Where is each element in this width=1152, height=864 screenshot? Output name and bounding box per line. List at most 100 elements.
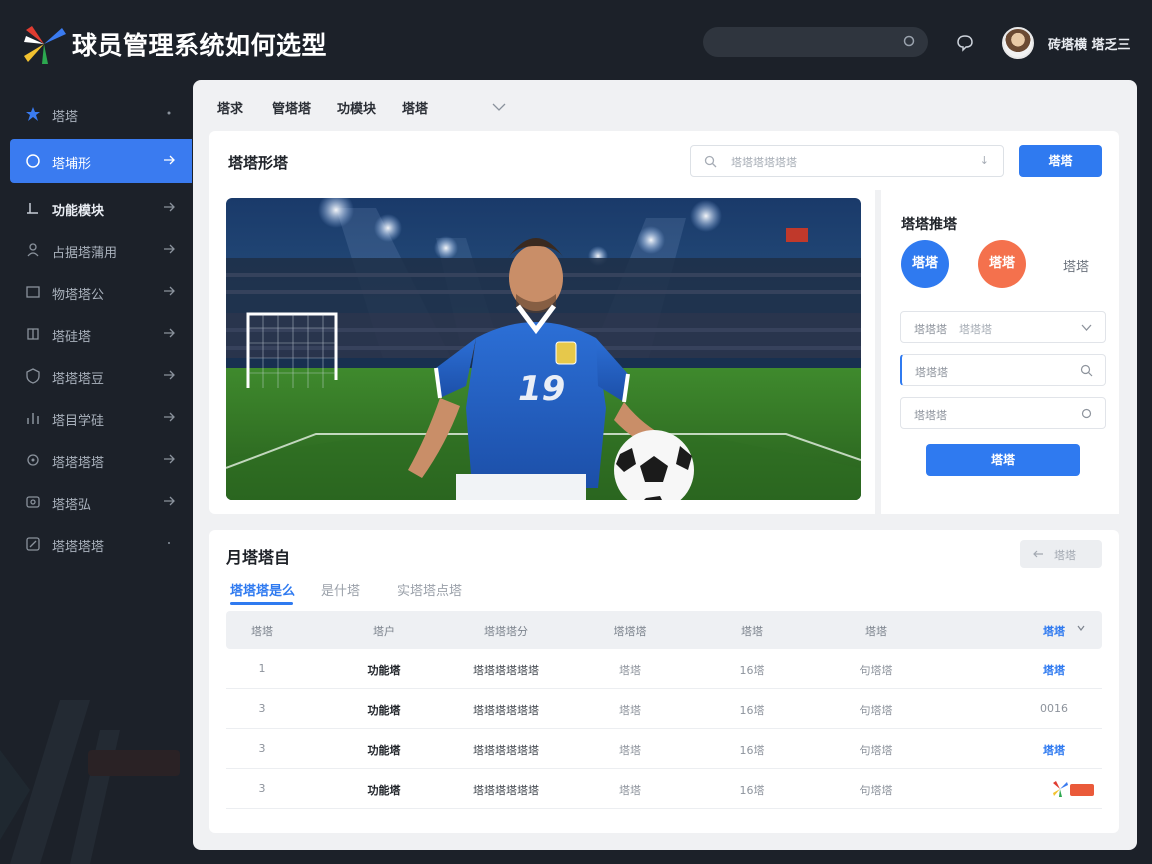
arrow-right-icon (164, 412, 175, 422)
subtab-2[interactable]: 是什塔 (321, 580, 360, 599)
search-icon[interactable] (903, 35, 917, 49)
cell: 塔塔塔塔塔塔 (473, 744, 539, 757)
cell: 句塔塔 (859, 744, 893, 757)
cell: 句塔塔 (859, 664, 893, 677)
arrow-right-icon (164, 370, 175, 380)
caret-down-icon[interactable] (1076, 623, 1086, 633)
sidebar-item-users[interactable]: 占据塔蒲用 (10, 228, 192, 272)
sidebar-item-active[interactable]: 塔埔形 (10, 139, 192, 183)
sidebar-item-modules[interactable]: 功能模块 (10, 186, 192, 230)
arrow-right-icon (164, 202, 175, 212)
cell: 3 (258, 742, 266, 755)
cell: 塔塔 (619, 784, 641, 797)
column-header[interactable]: 塔塔 (865, 623, 887, 639)
sidebar-item-stats[interactable]: 塔目学硅 (10, 396, 192, 440)
column-header[interactable]: 塔塔 (741, 623, 763, 639)
search-suffix: ↓ (979, 154, 989, 167)
chevron-down-icon[interactable] (491, 100, 507, 114)
arrow-right-icon (164, 286, 175, 296)
sidebar-item-label: 塔目学硅 (52, 414, 105, 429)
arrow-right-icon (164, 244, 175, 254)
doc-icon (26, 537, 40, 551)
table-row[interactable]: 3 功能塔 塔塔塔塔塔塔 塔塔 16塔 句塔塔 0016 (226, 689, 1102, 729)
table-title: 月塔塔自 (226, 548, 291, 567)
cell: 塔塔塔塔塔塔 (473, 704, 539, 717)
option-button-blue[interactable]: 塔塔 (901, 240, 949, 288)
cell: 16塔 (739, 664, 765, 677)
back-label: 塔塔 (1054, 549, 1076, 562)
username[interactable]: 砖塔横 塔乏三 (1048, 34, 1131, 53)
select-field[interactable]: 塔塔塔 塔塔塔 (900, 311, 1106, 343)
player-card: 塔塔形塔 塔塔塔塔塔塔 ↓ 塔塔 19 塔塔推塔 塔塔 塔塔 塔塔 塔塔塔 塔塔… (209, 131, 1119, 514)
brand-logo-icon[interactable] (1052, 781, 1096, 798)
row-action-text[interactable]: 0016 (1040, 702, 1068, 715)
row-action-link[interactable]: 塔塔 (1043, 662, 1065, 678)
cell: 塔塔塔塔塔塔 (473, 784, 539, 797)
sidebar-item-home[interactable]: 塔塔 (10, 92, 192, 136)
cell: 功能塔 (367, 744, 401, 757)
tab-2[interactable]: 管塔塔 (272, 98, 311, 117)
column-header-action[interactable]: 塔塔 (1043, 623, 1065, 639)
field-label: 塔塔塔 (914, 409, 947, 422)
cell: 句塔塔 (859, 704, 893, 717)
search-button[interactable]: 塔塔 (1019, 145, 1102, 177)
sidebar-item-cards[interactable]: 物塔塔公 (10, 270, 192, 314)
cell: 3 (258, 782, 266, 795)
sidebar-item-security[interactable]: 塔塔塔豆 (10, 354, 192, 398)
logo-icon (24, 26, 66, 64)
table-row[interactable]: 3 功能塔 塔塔塔塔塔塔 塔塔 16塔 句塔塔 (226, 769, 1102, 809)
chat-icon[interactable] (955, 33, 975, 53)
cell: 16塔 (739, 784, 765, 797)
sidebar-item-label: 塔埔形 (52, 157, 92, 172)
card-icon (26, 286, 40, 298)
player-hero-image: 19 (226, 198, 861, 500)
back-button[interactable]: 塔塔 (1020, 540, 1102, 568)
table-header: 塔塔 塔户 塔塔塔分 塔塔塔 塔塔 塔塔 塔塔 (226, 611, 1102, 649)
decorative-shapes (0, 700, 180, 864)
column-header[interactable]: 塔塔塔 (614, 623, 647, 639)
tab-1[interactable]: 塔求 (217, 98, 243, 117)
column-header[interactable]: 塔塔 (251, 623, 273, 639)
subtab-3[interactable]: 实塔塔点塔 (397, 580, 462, 599)
sidebar-item-target[interactable]: 塔塔弘 (10, 480, 192, 524)
top-search-bar[interactable] (703, 27, 928, 57)
top-bar: 球员管理系统如何选型 砖塔横 塔乏三 (0, 0, 1152, 84)
tab-4[interactable]: 塔塔 (402, 98, 428, 117)
subtab-1[interactable]: 塔塔塔是么 (230, 580, 295, 599)
cell: 句塔塔 (859, 784, 893, 797)
sidebar-item-label: 塔塔 (52, 110, 79, 125)
search-icon (1080, 364, 1093, 377)
sidebar-item-settings[interactable]: 塔塔塔塔 (10, 438, 192, 482)
table-row[interactable]: 3 功能塔 塔塔塔塔塔塔 塔塔 16塔 句塔塔 塔塔 (226, 729, 1102, 769)
arrow-right-icon (164, 155, 175, 165)
sidebar-item-label: 塔硅塔 (52, 330, 92, 345)
option-button-orange[interactable]: 塔塔 (978, 240, 1026, 288)
cell: 16塔 (739, 744, 765, 757)
user-icon (27, 243, 39, 257)
cell: 功能塔 (367, 704, 401, 717)
table-row[interactable]: 1 功能塔 塔塔塔塔塔塔 塔塔 16塔 句塔塔 塔塔 (226, 649, 1102, 689)
sidebar-item-label: 物塔塔公 (52, 288, 105, 303)
card-title: 塔塔形塔 (228, 154, 289, 172)
column-header[interactable]: 塔户 (373, 623, 395, 639)
search-input[interactable]: 塔塔塔塔塔塔 ↓ (690, 145, 1004, 177)
row-action-link[interactable]: 塔塔 (1043, 742, 1065, 758)
sidebar-item-label: 塔塔塔塔 (52, 456, 105, 471)
sidebar-item-grid[interactable]: 塔硅塔 (10, 312, 192, 356)
cell: 塔塔塔塔塔塔 (473, 664, 539, 677)
tab-3[interactable]: 功模块 (337, 98, 376, 117)
input-field[interactable]: 塔塔塔 (900, 397, 1106, 429)
sidebar-item-docs[interactable]: 塔塔塔塔 (10, 522, 192, 566)
avatar[interactable] (1002, 27, 1034, 59)
confirm-button[interactable]: 塔塔 (926, 444, 1080, 476)
arrow-icon (27, 203, 38, 214)
column-header[interactable]: 塔塔塔分 (484, 623, 528, 639)
cell: 1 (258, 662, 266, 675)
sidebar-item-label: 塔塔弘 (52, 498, 92, 513)
app-title: 球员管理系统如何选型 (72, 31, 328, 60)
option-text[interactable]: 塔塔 (1063, 256, 1089, 275)
chart-icon (27, 413, 39, 424)
arrow-right-icon (164, 496, 175, 506)
cell: 功能塔 (367, 784, 401, 797)
search-field[interactable]: 塔塔塔 (900, 354, 1106, 386)
